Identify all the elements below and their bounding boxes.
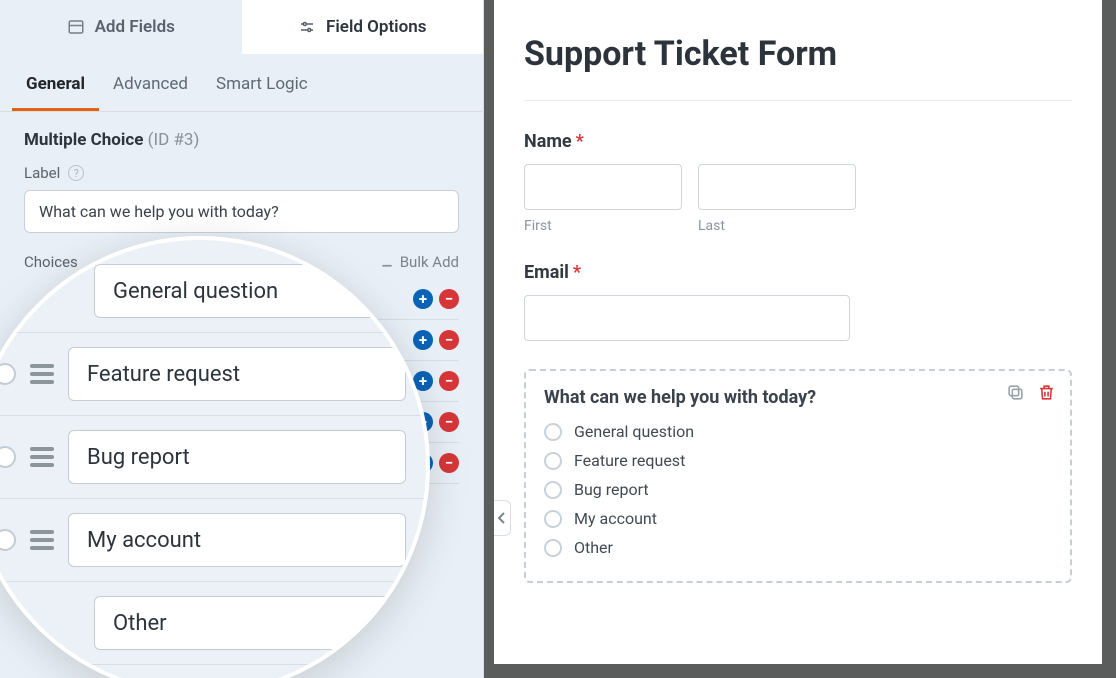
required-asterisk: * bbox=[576, 131, 584, 152]
builder-top-tabs: Add Fields Field Options bbox=[0, 0, 483, 54]
mc-option-label: Other bbox=[574, 538, 613, 557]
bulk-add-label: Bulk Add bbox=[400, 253, 459, 271]
field-type: Multiple Choice bbox=[24, 130, 143, 150]
add-choice-button[interactable]: + bbox=[413, 412, 433, 432]
email-label: Email bbox=[524, 262, 569, 283]
radio-icon bbox=[544, 539, 562, 557]
multiple-choice-field-selected[interactable]: What can we help you with today? General… bbox=[524, 369, 1072, 583]
divider bbox=[524, 100, 1072, 101]
chevron-left-icon bbox=[497, 512, 507, 524]
mc-option-label: My account bbox=[574, 509, 657, 528]
subtab-general[interactable]: General bbox=[12, 58, 99, 111]
subtab-advanced[interactable]: Advanced bbox=[99, 58, 202, 111]
radio-icon bbox=[544, 452, 562, 470]
field-options-icon bbox=[298, 18, 316, 36]
name-label: Name bbox=[524, 131, 572, 152]
mc-option[interactable]: Bug report bbox=[544, 480, 1052, 499]
mc-option-label: General question bbox=[574, 422, 694, 441]
help-icon[interactable]: ? bbox=[68, 165, 84, 181]
radio-icon bbox=[544, 481, 562, 499]
field-id: (ID #3) bbox=[148, 130, 200, 150]
label-input[interactable] bbox=[24, 190, 459, 233]
mc-option[interactable]: General question bbox=[544, 422, 1052, 441]
mc-field-title: What can we help you with today? bbox=[544, 387, 1052, 408]
name-field[interactable]: Name* First Last bbox=[524, 131, 1072, 234]
last-name-sublabel: Last bbox=[698, 218, 856, 234]
radio-icon bbox=[544, 423, 562, 441]
first-name-input[interactable] bbox=[524, 164, 682, 210]
remove-choice-button[interactable]: − bbox=[439, 330, 459, 350]
add-choice-button[interactable]: + bbox=[413, 289, 433, 309]
delete-icon[interactable] bbox=[1037, 383, 1056, 402]
add-fields-icon bbox=[67, 18, 85, 36]
email-field[interactable]: Email* bbox=[524, 262, 1072, 341]
tab-field-options-label: Field Options bbox=[326, 17, 426, 37]
radio-icon bbox=[544, 510, 562, 528]
field-meta: Multiple Choice (ID #3) bbox=[24, 130, 459, 150]
subtab-smart-logic[interactable]: Smart Logic bbox=[202, 58, 322, 111]
required-asterisk: * bbox=[573, 262, 581, 283]
mc-option[interactable]: My account bbox=[544, 509, 1052, 528]
bulk-add-button[interactable]: Bulk Add bbox=[380, 253, 459, 271]
choice-rows-background: +− +− +− +− +− bbox=[24, 279, 459, 484]
collapse-sidebar-button[interactable] bbox=[494, 500, 511, 536]
preview-frame: Support Ticket Form Name* First Last Ema… bbox=[484, 0, 1116, 678]
tab-add-fields[interactable]: Add Fields bbox=[0, 0, 242, 54]
tab-field-options[interactable]: Field Options bbox=[242, 0, 484, 54]
field-options-subtabs: General Advanced Smart Logic bbox=[0, 58, 483, 112]
add-choice-button[interactable]: + bbox=[413, 453, 433, 473]
last-name-input[interactable] bbox=[698, 164, 856, 210]
remove-choice-button[interactable]: − bbox=[439, 453, 459, 473]
remove-choice-button[interactable]: − bbox=[439, 289, 459, 309]
mc-option[interactable]: Feature request bbox=[544, 451, 1052, 470]
mc-option[interactable]: Other bbox=[544, 538, 1052, 557]
duplicate-icon[interactable] bbox=[1006, 383, 1025, 402]
builder-sidebar: Add Fields Field Options General Advance… bbox=[0, 0, 484, 678]
mc-option-label: Bug report bbox=[574, 480, 649, 499]
choices-caption: Choices bbox=[24, 253, 78, 271]
download-icon bbox=[380, 255, 394, 269]
tab-add-fields-label: Add Fields bbox=[95, 17, 175, 37]
remove-choice-button[interactable]: − bbox=[439, 371, 459, 391]
add-choice-button[interactable]: + bbox=[413, 371, 433, 391]
form-title: Support Ticket Form bbox=[524, 34, 1072, 74]
first-name-sublabel: First bbox=[524, 218, 682, 234]
mc-option-label: Feature request bbox=[574, 451, 685, 470]
label-caption: Label bbox=[24, 164, 60, 182]
add-choice-button[interactable]: + bbox=[413, 330, 433, 350]
email-input[interactable] bbox=[524, 295, 850, 341]
remove-choice-button[interactable]: − bbox=[439, 412, 459, 432]
form-preview: Support Ticket Form Name* First Last Ema… bbox=[494, 0, 1102, 664]
